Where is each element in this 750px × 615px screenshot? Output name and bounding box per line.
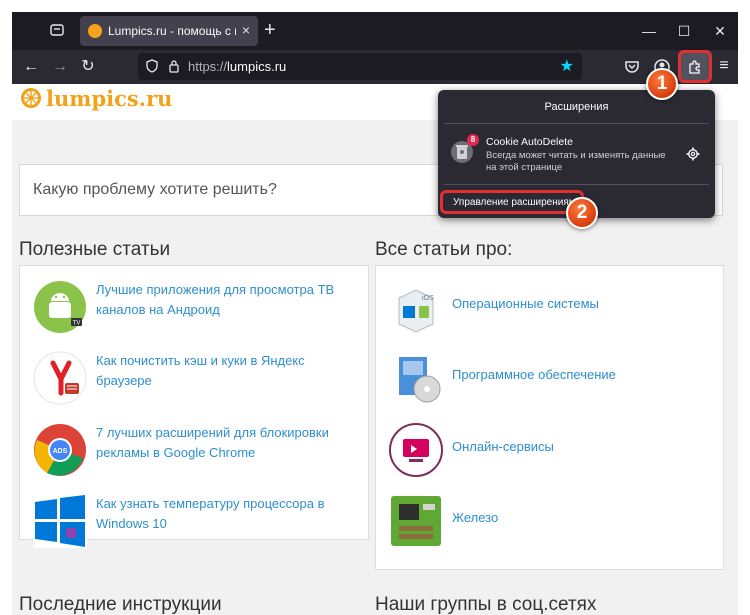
category-link[interactable]: Операционные системы (452, 296, 599, 311)
useful-articles-card: TV Лучшие приложения для просмотра ТВ ка… (19, 265, 369, 548)
tab-lumpics[interactable]: Lumpics.ru - помощь с компьют × (80, 16, 258, 46)
online-services-icon (389, 423, 443, 477)
minimize-button[interactable]: — (639, 21, 659, 41)
list-item: Как почистить кэш и куки в Яндекс браузе… (20, 351, 360, 411)
all-articles-title: Все статьи про: (375, 239, 513, 260)
extension-description: Всегда может читать и изменять данные на… (486, 150, 666, 173)
extensions-panel-title: Расширения (544, 101, 609, 113)
bookmark-star-icon[interactable]: ★ (560, 56, 574, 76)
puzzle-icon (689, 60, 700, 74)
category-link[interactable]: Железо (452, 510, 498, 525)
maximize-button[interactable]: ☐ (674, 21, 694, 41)
list-item: Как узнать температуру процессора в Wind… (20, 494, 360, 554)
svg-text:iOS: iOS (422, 295, 434, 302)
close-window-button[interactable]: ✕ (710, 21, 730, 41)
category-link[interactable]: Онлайн-сервисы (452, 439, 554, 454)
list-item: ADS 7 лучших расширений для блокировки р… (20, 423, 360, 483)
gear-icon[interactable] (686, 147, 700, 161)
manage-extensions-label: Управление расширениями (453, 197, 582, 208)
lock-icon[interactable] (168, 59, 180, 73)
step-1-badge: 1 (646, 68, 678, 100)
divider (444, 123, 709, 124)
forward-icon[interactable]: → (50, 57, 70, 77)
shield-icon[interactable] (146, 59, 158, 73)
back-icon[interactable]: ← (21, 57, 41, 77)
manage-extensions-button[interactable]: Управление расширениями (440, 190, 584, 214)
browser-window: Lumpics.ru - помощь с компьют × + — ☐ ✕ … (12, 12, 738, 615)
site-logo-text[interactable]: lumpics.ru (46, 86, 172, 111)
lumpics-favicon-icon (88, 24, 102, 38)
extension-name[interactable]: Cookie AutoDelete (486, 136, 573, 148)
categories-card: iOS Операционные системы Программное обе… (375, 265, 724, 570)
url-protocol: https:// (188, 59, 228, 74)
tab-list-icon[interactable] (48, 22, 66, 40)
nav-toolbar: ← → ↻ https://lumpics.ru ★ ≡ (12, 50, 738, 84)
hardware-icon (391, 496, 441, 546)
list-item: iOS Операционные системы (376, 280, 716, 340)
url-text: https://lumpics.ru (188, 59, 286, 74)
reload-icon[interactable]: ↻ (78, 57, 98, 77)
list-item: Онлайн-сервисы (376, 423, 716, 483)
article-link[interactable]: 7 лучших расширений для блокировки рекла… (96, 423, 358, 463)
software-icon (399, 357, 441, 403)
lumpics-logo-icon (21, 88, 41, 108)
chrome-adblock-icon: ADS (34, 424, 86, 476)
divider (444, 184, 709, 185)
latest-instructions-title: Последние инструкции (19, 594, 222, 615)
pocket-icon[interactable] (622, 57, 642, 77)
windows-10-icon (33, 494, 87, 548)
step-2-badge: 2 (566, 197, 598, 229)
extensions-button[interactable] (678, 50, 712, 83)
article-link[interactable]: Как узнать температуру процессора в Wind… (96, 494, 358, 534)
extension-badge: 8 (467, 134, 479, 146)
address-bar[interactable]: https://lumpics.ru ★ (138, 53, 582, 80)
hamburger-menu-icon[interactable]: ≡ (714, 57, 734, 75)
article-link[interactable]: Лучшие приложения для просмотра ТВ канал… (96, 280, 358, 320)
os-icon: iOS (398, 289, 434, 333)
tab-bar: Lumpics.ru - помощь с компьют × + — ☐ ✕ (12, 12, 738, 50)
social-groups-title: Наши группы в соц.сетях (375, 594, 597, 615)
category-link[interactable]: Программное обеспечение (452, 367, 616, 382)
new-tab-button[interactable]: + (264, 19, 276, 41)
list-item: TV Лучшие приложения для просмотра ТВ ка… (20, 280, 360, 340)
search-placeholder: Какую проблему хотите решить? (33, 181, 277, 198)
svg-text:TV: TV (73, 321, 81, 327)
useful-articles-title: Полезные статьи (19, 239, 171, 260)
url-host: lumpics.ru (227, 59, 287, 74)
svg-text:ADS: ADS (53, 448, 68, 455)
article-link[interactable]: Как почистить кэш и куки в Яндекс браузе… (96, 351, 358, 391)
yandex-browser-icon (33, 351, 87, 405)
tab-title: Lumpics.ru - помощь с компьют (108, 24, 236, 38)
tab-close-icon[interactable]: × (242, 22, 250, 38)
list-item: Программное обеспечение (376, 351, 716, 411)
android-tv-icon: TV (34, 281, 86, 333)
list-item: Железо (376, 494, 716, 554)
